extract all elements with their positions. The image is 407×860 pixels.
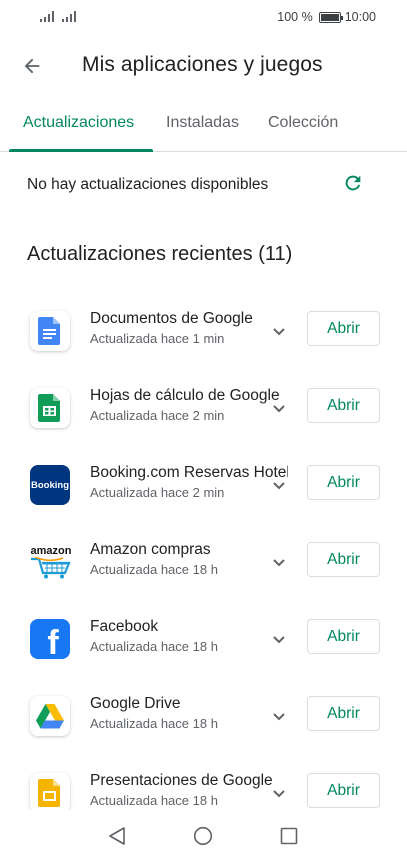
tab-indicator (9, 149, 153, 152)
app-bar: Mis aplicaciones y juegos (0, 34, 407, 98)
recent-updates-title: Actualizaciones recientes (11) (27, 243, 293, 265)
open-button[interactable]: Abrir (307, 388, 380, 423)
app-name: Amazon compras (90, 541, 211, 558)
app-status: Actualizada hace 2 min (90, 408, 225, 423)
amazon-icon: amazon (28, 542, 74, 582)
facebook-logo-text: f (47, 624, 59, 662)
page-title: Mis aplicaciones y juegos (82, 53, 323, 76)
nav-back-button[interactable] (105, 824, 129, 848)
app-name: Presentaciones de Google (90, 772, 273, 789)
arrow-back-icon (24, 58, 40, 74)
app-name: Booking.com Reservas Hoteles (90, 464, 288, 481)
google-slides-icon (30, 773, 70, 813)
status-right: 100 % 10:00 (277, 10, 376, 24)
app-name: Facebook (90, 618, 159, 635)
open-button[interactable]: Abrir (307, 311, 380, 346)
tab-collection[interactable]: Colección (268, 114, 338, 132)
open-button[interactable]: Abrir (307, 542, 380, 577)
nav-recents-icon (280, 827, 298, 845)
nav-home-button[interactable] (191, 824, 215, 848)
nav-home-icon (193, 826, 213, 846)
list-item[interactable]: amazon Amazon compras Actualizada hace 1… (0, 534, 407, 594)
list-item[interactable]: f Facebook Actualizada hace 18 h Abrir (0, 611, 407, 671)
app-status: Actualizada hace 18 h (90, 562, 218, 577)
status-bar: 100 % 10:00 (0, 0, 407, 34)
list-item[interactable]: Hojas de cálculo de Google Actualizada h… (0, 380, 407, 440)
nav-recents-button[interactable] (277, 824, 301, 848)
list-item[interactable]: Booking Booking.com Reservas Hoteles Act… (0, 457, 407, 517)
clock: 10:00 (344, 10, 376, 24)
booking-icon: Booking (30, 465, 70, 505)
open-button[interactable]: Abrir (307, 619, 380, 654)
open-button[interactable]: Abrir (307, 465, 380, 500)
system-nav-bar (0, 810, 407, 860)
chevron-down-icon[interactable] (271, 326, 287, 338)
booking-logo-text: Booking (31, 479, 69, 491)
app-status: Actualizada hace 18 h (90, 716, 218, 731)
list-item[interactable]: Google Drive Actualizada hace 18 h Abrir (0, 688, 407, 748)
signal-icon (40, 11, 54, 22)
app-name: Documentos de Google (90, 310, 253, 327)
app-name: Google Drive (90, 695, 181, 712)
signal-icon (62, 11, 76, 22)
app-status: Actualizada hace 2 min (90, 485, 225, 500)
app-status: Actualizada hace 18 h (90, 639, 218, 654)
google-drive-icon (30, 696, 70, 736)
battery-icon (318, 11, 343, 23)
chevron-down-icon[interactable] (271, 788, 287, 800)
chevron-down-icon[interactable] (271, 480, 287, 492)
google-docs-icon (30, 311, 70, 351)
tab-installed[interactable]: Instaladas (166, 114, 239, 132)
list-item[interactable]: Documentos de Google Actualizada hace 1 … (0, 303, 407, 363)
open-button[interactable]: Abrir (307, 696, 380, 731)
battery-percent: 100 % (277, 10, 313, 24)
no-updates-message: No hay actualizaciones disponibles (27, 176, 269, 193)
tab-updates[interactable]: Actualizaciones (23, 114, 134, 132)
chevron-down-icon[interactable] (271, 403, 287, 415)
refresh-button[interactable] (340, 170, 366, 196)
app-status: Actualizada hace 18 h (90, 793, 218, 808)
nav-back-icon (109, 827, 125, 845)
chevron-down-icon[interactable] (271, 557, 287, 569)
refresh-icon (345, 175, 361, 191)
chevron-down-icon[interactable] (271, 634, 287, 646)
amazon-logo-text: amazon (30, 544, 72, 557)
app-status: Actualizada hace 1 min (90, 331, 225, 346)
app-name: Hojas de cálculo de Google (90, 387, 280, 404)
chevron-down-icon[interactable] (271, 711, 287, 723)
google-sheets-icon (30, 388, 70, 428)
back-button[interactable] (14, 48, 50, 84)
tab-bar: Actualizaciones Instaladas Colección (0, 98, 407, 152)
open-button[interactable]: Abrir (307, 773, 380, 808)
facebook-icon: f (30, 619, 70, 662)
